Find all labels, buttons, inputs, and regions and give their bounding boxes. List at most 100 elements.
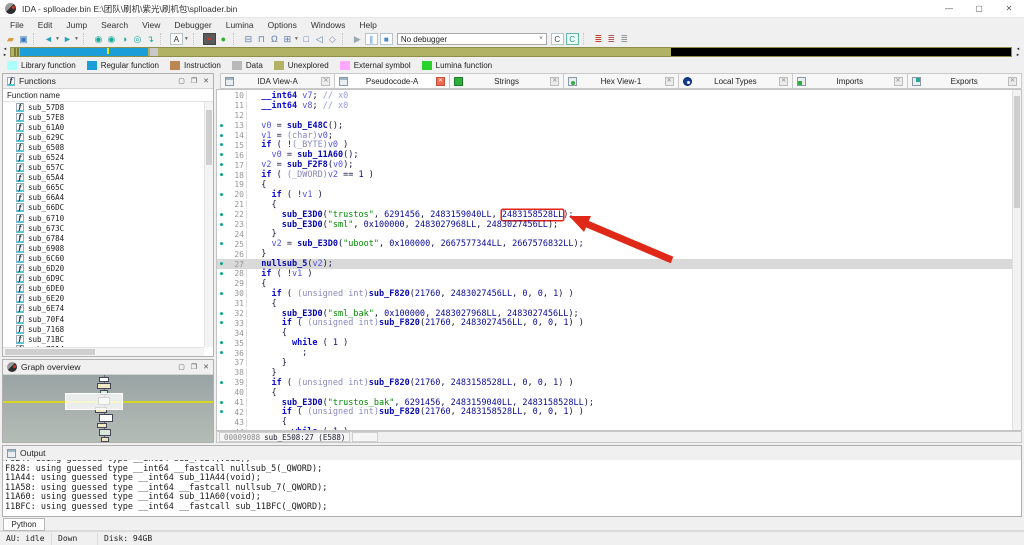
code-line[interactable]: 21 { <box>217 200 1012 210</box>
function-item[interactable]: fsub_61A0 <box>3 122 204 132</box>
text-search-dropdown[interactable]: ▼ <box>184 36 189 42</box>
code-line[interactable]: ●44 while ( 1 ) <box>217 427 1012 430</box>
debug-stack-icon[interactable]: ⊞ <box>282 33 293 45</box>
menu-jump[interactable]: Jump <box>59 20 94 30</box>
function-item[interactable]: fsub_6710 <box>3 213 204 223</box>
functions-vertical-scrollbar[interactable] <box>204 102 213 347</box>
navigate-back-icon[interactable]: ◄ <box>43 33 54 45</box>
graph-overview-header[interactable]: Graph overview ▢ ❐ ✕ <box>3 360 213 375</box>
code-line[interactable]: 43 { <box>217 417 1012 427</box>
menu-view[interactable]: View <box>135 20 167 30</box>
function-item[interactable]: fsub_6508 <box>3 142 204 152</box>
pseudocode-c-icon[interactable]: C <box>566 33 579 45</box>
code-line[interactable]: ●17 v2 = sub_F2F8(v0); <box>217 160 1012 170</box>
code-line[interactable]: 10 __int64 v7; // x0 <box>217 91 1012 101</box>
jump-name-icon[interactable]: ◉ <box>106 33 117 45</box>
functions-panel-header[interactable]: f Functions ▢ ❐ ✕ <box>3 74 213 89</box>
debug-trace-icon[interactable]: ◁ <box>314 33 325 45</box>
function-item[interactable]: fsub_6E74 <box>3 304 204 314</box>
code-line[interactable]: ●23 sub_E3D0("sml", 0x100000, 2483027968… <box>217 220 1012 230</box>
debugger-select[interactable]: No debugger˅ <box>397 33 547 45</box>
function-item[interactable]: fsub_6908 <box>3 243 204 253</box>
navigate-forward-dropdown[interactable]: ▼ <box>74 36 79 42</box>
float-icon[interactable]: ❐ <box>191 363 197 371</box>
code-line[interactable]: 12 <box>217 111 1012 121</box>
menu-debugger[interactable]: Debugger <box>167 20 218 30</box>
breakpoint-flag-icon[interactable]: ▲ <box>203 33 216 45</box>
code-line[interactable]: ●35 while ( 1 ) <box>217 338 1012 348</box>
code-line[interactable]: 11 __int64 v8; // x0 <box>217 101 1012 111</box>
menu-options[interactable]: Options <box>261 20 304 30</box>
run-icon[interactable]: ● <box>218 33 229 45</box>
maximize-icon[interactable]: ▢ <box>964 0 994 18</box>
jump-problem-icon[interactable]: ◎ <box>132 33 143 45</box>
code-line[interactable]: ●33 if ( (unsigned int)sub_F820(21760, 2… <box>217 318 1012 328</box>
close-icon[interactable]: ✕ <box>203 363 209 371</box>
function-item[interactable]: fsub_665C <box>3 183 204 193</box>
navband-scroll-left-icon[interactable]: ◄► <box>1 47 9 57</box>
code-line[interactable]: ●22 sub_E3D0("trustos", 6291456, 2483159… <box>217 210 1012 220</box>
tab-python[interactable]: Python <box>3 518 45 531</box>
minimize-icon[interactable]: — <box>934 0 964 18</box>
debug-threads-icon[interactable]: Ω <box>269 33 280 45</box>
function-item[interactable]: fsub_57E8 <box>3 112 204 122</box>
code-line[interactable]: ●28 if ( !v1 ) <box>217 269 1012 279</box>
navigation-band[interactable] <box>10 47 1012 57</box>
menu-help[interactable]: Help <box>352 20 383 30</box>
navigate-back-dropdown[interactable]: ▼ <box>55 36 60 42</box>
code-line[interactable]: ●30 if ( (unsigned int)sub_F820(21760, 2… <box>217 289 1012 299</box>
function-item[interactable]: fsub_6524 <box>3 152 204 162</box>
code-line[interactable]: ●39 if ( (unsigned int)sub_F820(21760, 2… <box>217 378 1012 388</box>
functions-horizontal-scrollbar[interactable] <box>3 347 204 356</box>
jump-address-icon[interactable]: ◉ <box>93 33 104 45</box>
navband-scroll-right-icon[interactable]: ◄► <box>1014 47 1022 57</box>
function-item[interactable]: fsub_65A4 <box>3 173 204 183</box>
function-item[interactable]: fsub_66A4 <box>3 193 204 203</box>
function-item[interactable]: fsub_6784 <box>3 233 204 243</box>
stop-process-icon[interactable]: ■ <box>380 33 393 45</box>
debug-watch-icon[interactable]: □ <box>301 33 312 45</box>
graph-viewport-rect[interactable] <box>65 393 123 410</box>
jump-function-icon[interactable]: ◑ <box>119 33 130 45</box>
tab-imports[interactable]: Imports✕ <box>793 73 907 89</box>
tab-close-icon[interactable]: ✕ <box>436 77 445 86</box>
code-line[interactable]: ●15 if ( !(_BYTE)v0 ) <box>217 140 1012 150</box>
function-item[interactable]: fsub_6D9C <box>3 274 204 284</box>
code-line[interactable]: 24 } <box>217 229 1012 239</box>
restore-icon[interactable]: ▢ <box>178 363 185 371</box>
code-line[interactable]: ●20 if ( !v1 ) <box>217 190 1012 200</box>
code-line[interactable]: 38 } <box>217 368 1012 378</box>
code-line[interactable]: 37 } <box>217 358 1012 368</box>
code-line[interactable]: 19 { <box>217 180 1012 190</box>
debug-dropdown[interactable]: ▼ <box>294 36 299 42</box>
code-line[interactable]: ●36 ; <box>217 348 1012 358</box>
recent-scripts-icon[interactable]: ≣ <box>593 33 604 45</box>
tab-strings[interactable]: Strings✕ <box>450 73 564 89</box>
function-item[interactable]: fsub_629C <box>3 132 204 142</box>
tab-close-icon[interactable]: ✕ <box>894 77 903 86</box>
code-line[interactable]: 34 { <box>217 328 1012 338</box>
code-line[interactable]: ●18 if ( (_DWORD)v2 == 1 ) <box>217 170 1012 180</box>
function-item[interactable]: fsub_6D20 <box>3 264 204 274</box>
close-icon[interactable]: ✕ <box>994 0 1024 18</box>
code-line[interactable]: ●32 sub_E3D0("sml_bak", 0x100000, 248302… <box>217 309 1012 319</box>
menu-search[interactable]: Search <box>94 20 135 30</box>
script-snippet-icon[interactable]: ≣ <box>606 33 617 45</box>
output-panel-header[interactable]: Output <box>3 446 1021 461</box>
code-line[interactable]: 40 { <box>217 388 1012 398</box>
save-icon[interactable]: ▣ <box>18 33 29 45</box>
script-list-icon[interactable]: ≣ <box>619 33 630 45</box>
open-file-icon[interactable]: ▰ <box>5 33 16 45</box>
function-name-column-header[interactable]: Function name <box>3 89 213 102</box>
tab-hex-view-1[interactable]: Hex View-1✕ <box>564 73 678 89</box>
text-search-icon[interactable]: A <box>170 33 183 45</box>
tab-local-types[interactable]: Local Types✕ <box>679 73 793 89</box>
pause-process-icon[interactable]: ∥ <box>365 33 378 45</box>
tab-pseudocode-a[interactable]: Pseudocode-A✕ <box>335 73 449 89</box>
code-line[interactable]: 31 { <box>217 299 1012 309</box>
function-item[interactable]: fsub_673C <box>3 223 204 233</box>
debug-windows-icon[interactable]: ⊟ <box>243 33 254 45</box>
source-c-icon[interactable]: C <box>551 33 564 45</box>
code-line[interactable]: ●25 v2 = sub_E3D0("uboot", 0x100000, 266… <box>217 239 1012 249</box>
code-line[interactable]: 26 } <box>217 249 1012 259</box>
